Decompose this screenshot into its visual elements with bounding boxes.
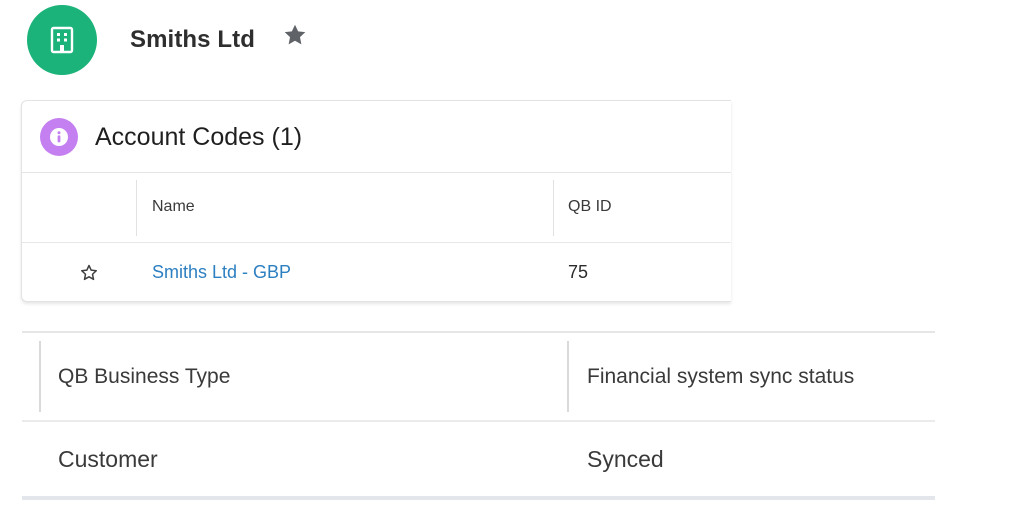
record-title: Smiths Ltd xyxy=(130,26,255,53)
column-divider[interactable] xyxy=(136,180,137,236)
table-header-row: Name QB ID xyxy=(22,173,731,242)
field-value-qb-business-type: Customer xyxy=(58,446,158,472)
building-icon xyxy=(27,5,97,75)
column-header-name[interactable]: Name xyxy=(152,198,195,216)
star-outline-icon[interactable] xyxy=(79,263,99,283)
field-label-qb-business-type: QB Business Type xyxy=(58,365,231,388)
section-divider xyxy=(22,331,935,333)
record-header: Smiths Ltd xyxy=(27,5,255,75)
info-icon xyxy=(40,118,78,156)
record-page: Smiths Ltd Account Codes (1) Name QB ID xyxy=(0,0,1024,512)
fields-section: QB Business Type Financial system sync s… xyxy=(22,331,935,501)
section-divider xyxy=(22,496,935,500)
card-title[interactable]: Account Codes (1) xyxy=(95,123,302,152)
follow-star-icon[interactable] xyxy=(282,22,308,48)
card-header: Account Codes (1) xyxy=(22,101,731,172)
field-label-sync-status: Financial system sync status xyxy=(587,365,855,388)
column-header-qb-id[interactable]: QB ID xyxy=(568,198,612,216)
column-divider xyxy=(567,341,569,412)
section-divider xyxy=(22,420,935,422)
table-row: Smiths Ltd - GBP 75 xyxy=(22,242,731,301)
field-value-sync-status: Synced xyxy=(587,446,664,472)
column-divider[interactable] xyxy=(553,180,554,236)
column-divider xyxy=(39,341,41,412)
account-code-link[interactable]: Smiths Ltd - GBP xyxy=(152,262,291,283)
account-codes-card: Account Codes (1) Name QB ID Smiths Ltd … xyxy=(21,100,731,302)
qb-id-value: 75 xyxy=(568,262,589,282)
